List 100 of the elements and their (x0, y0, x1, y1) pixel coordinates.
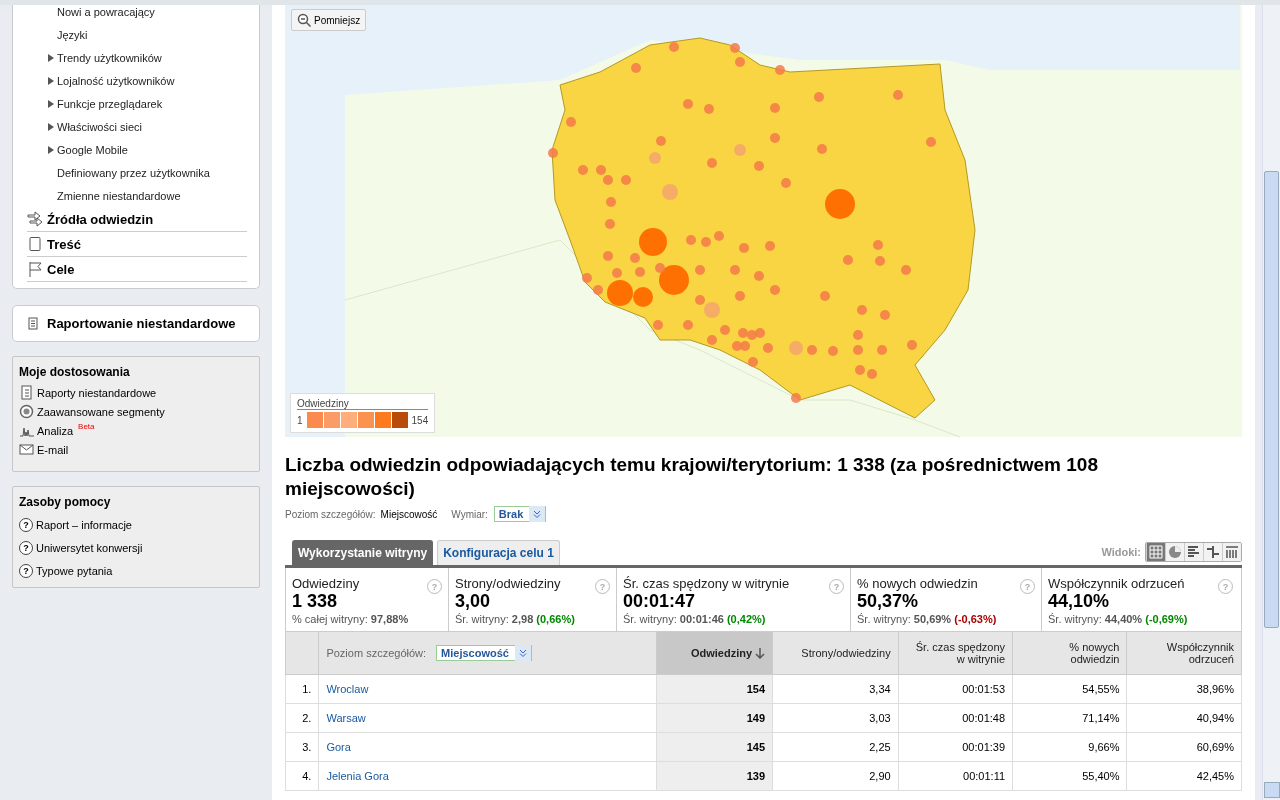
help-icon[interactable]: ? (19, 540, 33, 555)
table-cell: 2,90 (772, 761, 899, 791)
nav-section[interactable]: Źródła odwiedzin (47, 211, 154, 227)
help-icon[interactable]: ? (19, 517, 33, 532)
expand-triangle-icon (48, 99, 54, 108)
bar-chart-icon (1187, 545, 1201, 559)
report-tab[interactable]: Konfiguracja celu 1 (437, 540, 560, 565)
panel-link[interactable]: Typowe pytania (36, 564, 113, 577)
nav-item[interactable]: Trendy użytkowników (57, 51, 162, 64)
view-button[interactable] (1203, 543, 1222, 561)
nav-item[interactable]: Funkcje przeglądarek (57, 97, 163, 110)
table-cell: 00:01:48 (898, 703, 1013, 733)
scrollbar-thumb[interactable] (1264, 171, 1279, 628)
sort-down-arrow-icon (755, 648, 766, 660)
metric-comparison: Śr. witryny: 44,40% (-0,69%) (1048, 613, 1189, 625)
table-cell: 00:01:39 (898, 732, 1013, 762)
nav-section[interactable]: Cele (47, 261, 75, 277)
metric-comparison: Śr. witryny: 2,98 (0,66%) (455, 613, 576, 625)
metric-comparison: Śr. witryny: 00:01:46 (0,42%) (623, 613, 767, 625)
report-tab[interactable]: Wykorzystanie witryny (292, 540, 434, 565)
metric-label: Odwiedziny (292, 576, 360, 591)
nav-item[interactable]: Definiowany przez użytkownika (57, 166, 210, 179)
table-cell: 38,96% (1127, 674, 1242, 704)
scroll-down-button[interactable] (1264, 782, 1280, 798)
zoom-out-button[interactable]: Pomniejsz (291, 9, 367, 31)
nav-item[interactable]: Zmienne niestandardowe (57, 189, 181, 202)
panel-link[interactable]: E-mail (37, 443, 69, 456)
view-button[interactable] (1184, 543, 1203, 561)
dimension-dropdown[interactable]: Brak (493, 506, 547, 522)
metric-value: 50,37% (857, 591, 920, 611)
chevron-down-icon (518, 649, 527, 657)
legend-min: 1 (297, 414, 303, 426)
page-icon (27, 236, 43, 252)
table-cell: 3,03 (772, 703, 899, 733)
scrollbar[interactable] (1262, 5, 1280, 800)
metric-value: 00:01:47 (623, 591, 697, 611)
flag-icon (27, 261, 43, 277)
metric-label: Strony/odwiedziny (455, 576, 561, 591)
custom-reporting-button[interactable]: Raportowanie niestandardowe (12, 305, 260, 342)
metric-label: Współczynnik odrzuceń (1048, 576, 1185, 591)
nav-item[interactable]: Języki (57, 28, 88, 41)
column-header[interactable]: Strony/odwiedziny (772, 631, 899, 675)
nav-item[interactable]: Google Mobile (57, 143, 128, 156)
row-number: 3. (285, 732, 319, 762)
panel-title: Zasoby pomocy (19, 495, 112, 509)
table-cell: 55,40% (1012, 761, 1127, 791)
table-cell: 40,94% (1127, 703, 1242, 733)
target-icon (19, 404, 34, 419)
table-cell: 9,66% (1012, 732, 1127, 762)
expand-triangle-icon (48, 122, 54, 131)
expand-triangle-icon (48, 53, 54, 62)
report-title: Liczba odwiedzin odpowiadających temu krajowi/terytorium: 1 338 (za pośrednictwem 108 miejscowości) (285, 453, 1099, 501)
nav-item[interactable]: Nowi a powracający (57, 5, 155, 18)
table-cell: 3,34 (772, 674, 899, 704)
panel-link[interactable]: Raporty niestandardowe (37, 386, 157, 399)
legend-max: 154 (411, 414, 429, 426)
view-button[interactable] (1222, 543, 1241, 561)
filter-label: Wymiar: (451, 508, 488, 520)
nav-item[interactable]: Lojalność użytkowników (57, 74, 175, 87)
panel-link[interactable]: Uniwersytet konwersji (36, 541, 143, 554)
nav-section[interactable]: Treść (47, 236, 81, 252)
help-icon[interactable]: ? (19, 563, 33, 578)
grid-icon (1149, 545, 1163, 559)
table-cell: 54,55% (1012, 674, 1127, 704)
view-button[interactable] (1146, 543, 1165, 561)
city-link[interactable]: Wroclaw (326, 683, 369, 695)
panel-link[interactable]: Analiza (37, 424, 74, 437)
views-label: Widoki: (1101, 546, 1141, 558)
metric-value: 44,10% (1048, 591, 1111, 611)
city-link[interactable]: Jelenia Gora (326, 770, 389, 782)
metric-label: % nowych odwiedzin (857, 576, 978, 591)
custom-reporting-label[interactable]: Raportowanie niestandardowe (47, 316, 236, 331)
envelope-icon (19, 442, 34, 457)
nav-item[interactable]: Właściwości sieci (57, 120, 142, 133)
filter-value: Miejscowość (380, 508, 438, 520)
column-header[interactable]: Odwiedziny (656, 631, 773, 675)
column-header[interactable]: Współczynnik odrzuceń (1127, 631, 1242, 675)
row-number: 2. (285, 703, 319, 733)
city-link[interactable]: Warsaw (326, 712, 366, 724)
pie-chart-icon (1168, 545, 1182, 559)
column-header[interactable]: Śr. czas spędzony w witrynie (898, 631, 1013, 675)
view-button[interactable] (1165, 543, 1184, 561)
panel-link[interactable]: Zaawansowane segmenty (37, 405, 165, 418)
table-cell: 2,25 (772, 732, 899, 762)
pivot-icon (1225, 545, 1239, 559)
chevron-down-icon (533, 510, 542, 518)
table-cell: 00:01:53 (898, 674, 1013, 704)
metric-comparison: % całej witryny: 97,88% (292, 613, 410, 625)
city-link[interactable]: Gora (326, 741, 351, 753)
table-cell: 145 (656, 732, 773, 762)
report-icon (19, 385, 34, 400)
metric-comparison: Śr. witryny: 50,69% (-0,63%) (857, 613, 998, 625)
table-cell: 42,45% (1127, 761, 1242, 791)
panel-link[interactable]: Raport – informacje (36, 518, 132, 531)
table-cell: 149 (656, 703, 773, 733)
row-number: 4. (285, 761, 319, 791)
row-number: 1. (285, 674, 319, 704)
column-header[interactable]: % nowych odwiedzin (1012, 631, 1127, 675)
detail-level-dropdown[interactable]: Miejscowość (436, 645, 532, 661)
table-cell: 154 (656, 674, 773, 704)
